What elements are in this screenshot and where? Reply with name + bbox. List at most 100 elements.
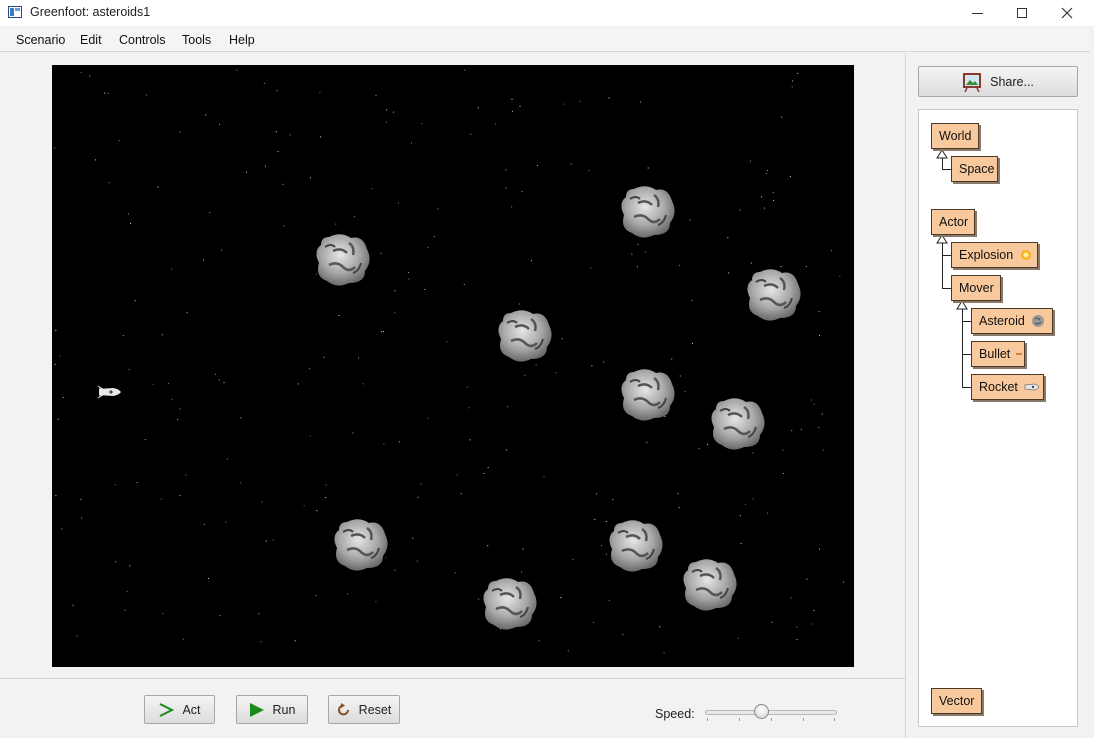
- run-button[interactable]: Run: [236, 695, 308, 724]
- class-space[interactable]: Space: [951, 156, 998, 182]
- menu-scenario[interactable]: Scenario: [16, 33, 65, 47]
- star: [354, 216, 355, 218]
- star: [612, 499, 614, 501]
- star: [427, 417, 429, 419]
- star: [258, 613, 260, 615]
- star: [750, 262, 752, 264]
- star: [740, 542, 742, 544]
- class-actor[interactable]: Actor: [931, 209, 975, 235]
- star: [427, 246, 429, 248]
- star: [570, 163, 572, 165]
- class-explosion[interactable]: Explosion: [951, 242, 1038, 268]
- star: [750, 160, 752, 162]
- class-label: Actor: [939, 215, 969, 229]
- reset-label: Reset: [358, 702, 392, 717]
- panel-divider: [905, 53, 906, 738]
- star: [530, 260, 532, 262]
- star: [595, 493, 597, 495]
- star: [375, 601, 377, 603]
- star: [659, 626, 661, 628]
- star: [412, 537, 414, 539]
- star: [358, 357, 359, 359]
- star: [380, 331, 382, 333]
- star: [822, 449, 824, 451]
- class-label: Space: [959, 162, 995, 176]
- menu-tools[interactable]: Tools: [182, 33, 211, 47]
- star: [81, 517, 83, 519]
- star: [796, 639, 798, 640]
- star: [813, 609, 815, 611]
- star: [115, 561, 117, 563]
- star: [487, 545, 489, 547]
- star: [386, 109, 388, 111]
- explosion-icon: [1021, 250, 1032, 260]
- star: [215, 373, 217, 375]
- star: [325, 484, 327, 486]
- class-world[interactable]: World: [931, 123, 979, 149]
- star: [80, 71, 82, 73]
- star: [507, 406, 508, 408]
- reset-button[interactable]: Reset: [328, 695, 400, 724]
- menu-help[interactable]: Help: [229, 33, 255, 47]
- class-label: World: [939, 129, 972, 143]
- world-canvas[interactable]: [52, 65, 854, 667]
- star: [393, 111, 395, 113]
- star: [727, 237, 729, 239]
- act-button[interactable]: Act: [144, 695, 215, 724]
- class-bullet[interactable]: Bullet: [971, 341, 1025, 367]
- slider-thumb[interactable]: [754, 704, 769, 719]
- star: [608, 600, 610, 602]
- star: [303, 505, 305, 507]
- star: [386, 121, 387, 123]
- star: [179, 495, 181, 496]
- star: [408, 278, 410, 280]
- star: [521, 191, 523, 193]
- star: [146, 94, 147, 96]
- star: [608, 97, 610, 99]
- star: [160, 498, 162, 500]
- star: [157, 186, 159, 188]
- maximize-icon: [1017, 8, 1027, 18]
- class-label: Rocket: [979, 380, 1018, 394]
- asteroid: [608, 518, 664, 573]
- star: [335, 223, 337, 225]
- star: [289, 134, 291, 136]
- star: [54, 147, 56, 149]
- star: [129, 565, 131, 567]
- class-mover[interactable]: Mover: [951, 275, 1001, 301]
- star: [338, 315, 340, 316]
- star: [691, 299, 693, 301]
- class-asteroid[interactable]: Asteroid: [971, 308, 1053, 334]
- minimize-button[interactable]: [954, 0, 1000, 26]
- rocket-icon: [1024, 383, 1040, 391]
- star: [522, 548, 524, 550]
- star: [186, 312, 188, 314]
- menu-controls[interactable]: Controls: [119, 33, 166, 47]
- star: [320, 136, 322, 138]
- star: [745, 503, 746, 505]
- star: [319, 92, 321, 94]
- star: [684, 390, 686, 392]
- star: [792, 80, 794, 82]
- title-bar: Greenfoot: asteroids1: [0, 0, 1094, 26]
- star: [524, 374, 526, 376]
- share-button[interactable]: Share...: [918, 66, 1078, 97]
- star: [446, 341, 448, 343]
- reset-icon: [337, 702, 349, 715]
- slider-track: [705, 710, 837, 715]
- class-rocket[interactable]: Rocket: [971, 374, 1044, 400]
- star: [152, 383, 154, 385]
- star: [309, 435, 311, 437]
- asteroid: [482, 576, 538, 631]
- maximize-button[interactable]: [999, 0, 1045, 26]
- star: [806, 578, 808, 580]
- star: [797, 72, 799, 74]
- speed-slider[interactable]: [705, 700, 837, 724]
- star: [622, 634, 624, 636]
- class-vector[interactable]: Vector: [931, 688, 982, 714]
- play-icon: [249, 702, 264, 717]
- star: [478, 598, 480, 600]
- close-button[interactable]: [1044, 0, 1090, 26]
- menu-edit[interactable]: Edit: [80, 33, 102, 47]
- greenfoot-window: Greenfoot: asteroids1 Scenario Edit Cont…: [0, 0, 1094, 738]
